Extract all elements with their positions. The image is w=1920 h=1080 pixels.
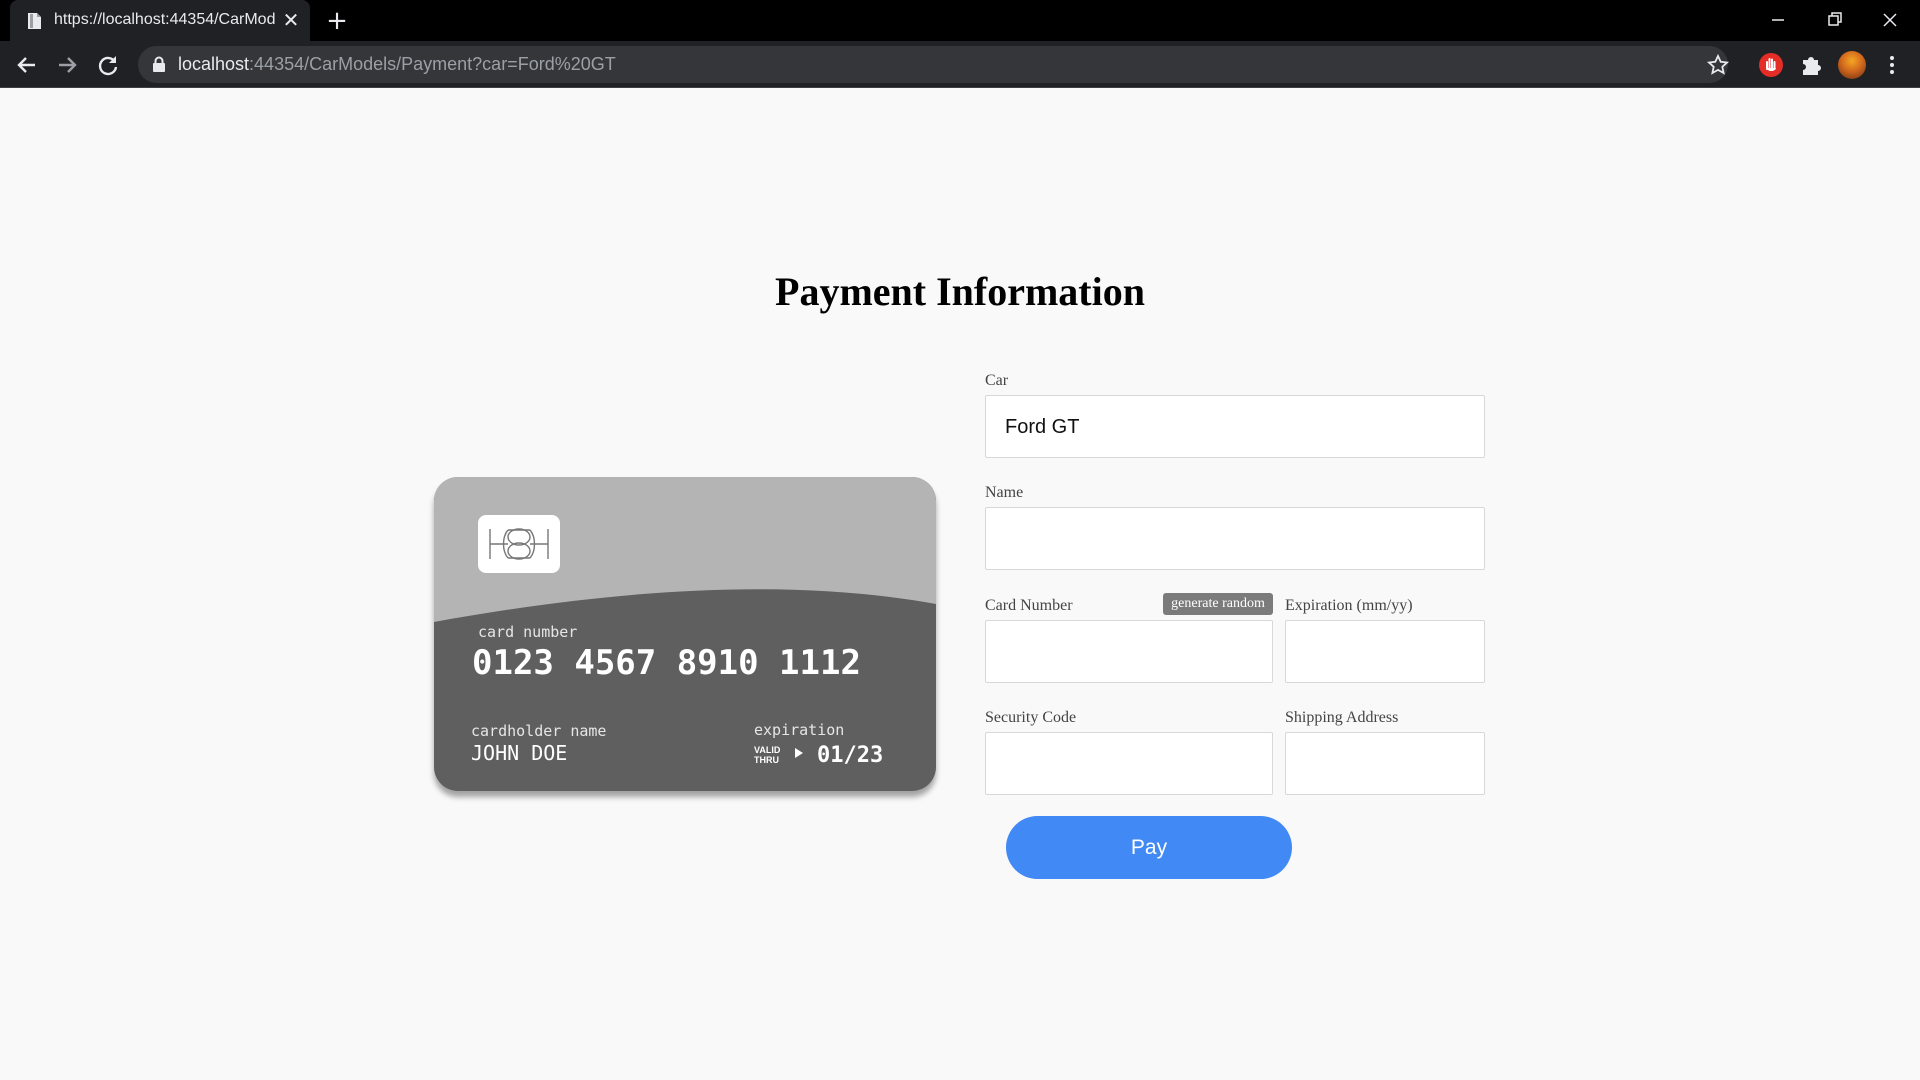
address-bar[interactable]: localhost:44354/CarModels/Payment?car=Fo… (138, 46, 1730, 83)
car-field[interactable]: Ford GT (985, 395, 1485, 458)
page-favicon-icon (28, 13, 41, 29)
name-field[interactable] (985, 507, 1485, 570)
card-expiration-display: 01/23 (817, 743, 884, 768)
valid-text: VALID (754, 745, 781, 755)
tab-title: https://localhost:44354/CarModels/Paymen… (54, 11, 276, 28)
new-tab-icon[interactable]: + (322, 6, 352, 36)
card-chip-icon (478, 515, 560, 573)
page-title: Payment Information (775, 269, 1145, 314)
card-number-field[interactable] (985, 620, 1273, 683)
expiration-field[interactable] (1285, 620, 1485, 683)
minimize-icon[interactable] (1758, 4, 1798, 36)
close-window-icon[interactable] (1870, 4, 1910, 36)
valid-thru-label: VALID THRU (754, 745, 780, 765)
card-number-field-label: Card Number (985, 597, 1073, 614)
url-path: :44354/CarModels/Payment?car=Ford%20GT (249, 54, 616, 74)
cardholder-label: cardholder name (471, 722, 607, 740)
lock-icon[interactable] (152, 56, 166, 72)
bookmark-star-icon[interactable] (1706, 53, 1730, 77)
browser-toolbar: localhost:44354/CarModels/Payment?car=Fo… (0, 41, 1920, 88)
security-code-field[interactable] (985, 732, 1273, 795)
url-host: localhost (178, 54, 250, 74)
name-label: Name (985, 484, 1024, 501)
tab-close-icon[interactable]: ✕ (280, 9, 302, 31)
card-number-label: card number (478, 623, 578, 641)
browser-menu-icon[interactable] (1882, 51, 1902, 79)
card-expiration-label: expiration (754, 721, 845, 739)
extensions-puzzle-icon[interactable] (1797, 51, 1825, 79)
extension-hand-icon[interactable] (1757, 51, 1785, 79)
browser-titlebar: https://localhost:44354/CarModels/Paymen… (0, 0, 1920, 41)
restore-icon[interactable] (1814, 4, 1854, 36)
expiration-field-label: Expiration (mm/yy) (1285, 597, 1413, 614)
car-label: Car (985, 372, 1009, 389)
forward-arrow-icon[interactable] (51, 49, 83, 81)
thru-text: THRU (754, 755, 779, 765)
generate-random-button[interactable]: generate random (1163, 593, 1273, 615)
security-code-label: Security Code (985, 709, 1077, 726)
shipping-address-label: Shipping Address (1285, 709, 1399, 726)
credit-card-preview: card number 0123 4567 8910 1112 cardhold… (434, 477, 936, 791)
browser-tab[interactable]: https://localhost:44354/CarModels/Paymen… (10, 0, 310, 41)
pay-button[interactable]: Pay (1006, 816, 1292, 879)
shipping-address-field[interactable] (1285, 732, 1485, 795)
card-number-display: 0123 4567 8910 1112 (472, 643, 861, 683)
back-arrow-icon[interactable] (11, 49, 43, 81)
cardholder-name-display: JOHN DOE (471, 741, 568, 765)
reload-icon[interactable] (92, 49, 124, 81)
profile-avatar[interactable] (1838, 51, 1866, 79)
url-text[interactable]: localhost:44354/CarModels/Payment?car=Fo… (178, 54, 616, 76)
triangle-arrow-icon (795, 748, 803, 758)
